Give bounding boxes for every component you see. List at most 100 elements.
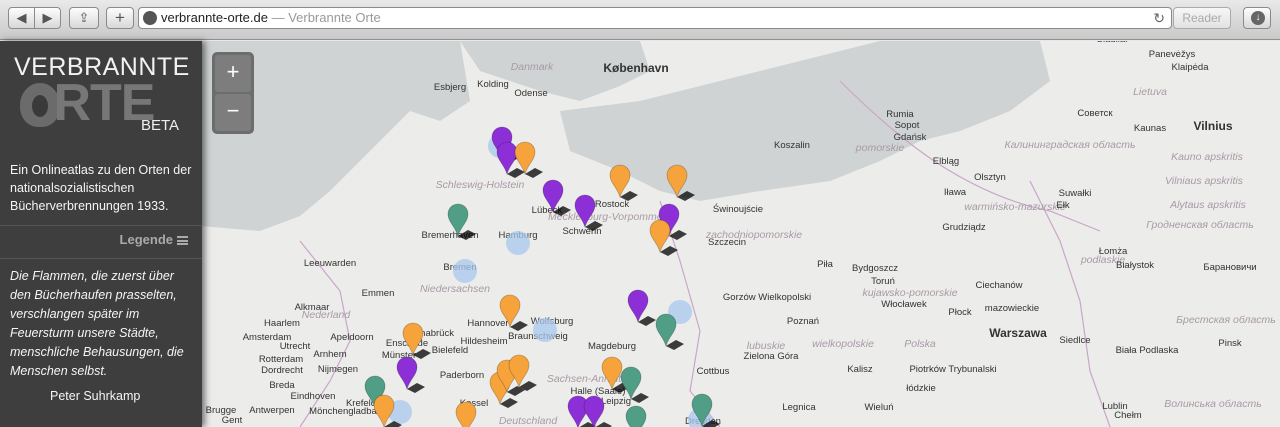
map-label: Vilnius: [1193, 119, 1232, 133]
city-area: [533, 318, 557, 342]
zoom-out-button[interactable]: −: [215, 94, 251, 131]
map-label: Leipzig: [601, 396, 631, 407]
title-separator: —: [267, 10, 289, 25]
map-label: Haarlem: [264, 318, 300, 329]
city-area: [506, 231, 530, 255]
zoom-in-button[interactable]: +: [215, 55, 251, 92]
map-label: Niedersachsen: [420, 283, 490, 295]
legend-label: Legende: [119, 232, 173, 247]
map-label: mazowieckie: [985, 303, 1039, 314]
intro-text: Ein Onlineatlas zu den Orten der nationa…: [10, 163, 192, 213]
map-label: Deutschland: [499, 415, 559, 427]
map-label: Калининградская область: [1004, 139, 1135, 151]
map-label: Płock: [948, 307, 971, 318]
map-label: Polska: [904, 338, 936, 350]
map-label: Брестская область: [1176, 314, 1276, 326]
map-label: Mecklenburg-Vorpommern: [548, 211, 672, 223]
map-label: Siauliai: [1097, 41, 1128, 45]
map-label: Rumia: [886, 109, 914, 120]
map-label: Piotrków Trybunalski: [909, 364, 996, 375]
map-label: Ciechanów: [976, 280, 1023, 291]
map-label: Dordrecht: [261, 365, 303, 376]
map-label: Советск: [1077, 108, 1113, 119]
map-label: Warszawa: [989, 326, 1047, 340]
map-label: Cottbus: [697, 366, 730, 377]
map-label: Piła: [817, 259, 834, 270]
map-label: Волинська область: [1164, 398, 1261, 410]
map-label: København: [603, 61, 668, 75]
site-favicon-icon: [143, 11, 157, 25]
map-label: Gorzów Wielkopolski: [723, 292, 811, 303]
map-label: Legnica: [782, 402, 816, 413]
map-label: Nijmegen: [318, 364, 358, 375]
map-label: łódzkie: [906, 383, 936, 394]
back-button[interactable]: ◀: [8, 7, 35, 29]
address-bar[interactable]: verbrannte-orte.de — Verbrannte Orte ↻: [138, 7, 1172, 29]
map-label: Lietuva: [1133, 86, 1167, 98]
map-label: Vilniaus apskritis: [1165, 175, 1244, 187]
page-title: Verbrannte Orte: [288, 10, 381, 25]
map-label: Magdeburg: [588, 341, 636, 352]
map-label: Esbjerg: [434, 82, 466, 93]
map-label: Antwerpen: [249, 405, 294, 416]
share-button[interactable]: ⇪: [69, 7, 99, 29]
map-label: kujawsko-pomorskie: [862, 287, 957, 299]
map-label: Kalisz: [847, 364, 873, 375]
map-label: pomorskie: [855, 142, 905, 154]
reload-icon[interactable]: ↻: [1153, 8, 1165, 28]
map-label: Emmen: [362, 288, 395, 299]
map-label: Барановичи: [1203, 262, 1256, 273]
menu-icon: [177, 236, 188, 245]
quote-author: Peter Suhrkamp: [50, 389, 141, 403]
map-label: Panevėžys: [1149, 49, 1196, 60]
map-label: Poznań: [787, 316, 819, 327]
map-label: Rostock: [595, 199, 630, 210]
beta-badge: BETA: [141, 117, 180, 134]
divider: [0, 258, 202, 259]
legend-toggle[interactable]: Legende: [0, 229, 202, 259]
reader-button[interactable]: Reader: [1173, 7, 1231, 29]
forward-button[interactable]: ▶: [34, 7, 61, 29]
map-label: Suwałki: [1059, 188, 1092, 199]
map-label: Olsztyn: [974, 172, 1006, 183]
map-label: Leeuwarden: [304, 258, 356, 269]
map-label: Klaipėda: [1172, 62, 1210, 73]
map-label: lubuskie: [747, 340, 786, 352]
zoom-control: + −: [212, 52, 254, 134]
map-label: Biała Podlaska: [1116, 345, 1180, 356]
download-icon: ↓: [1251, 11, 1265, 25]
map-label: Hildesheim: [461, 336, 508, 347]
map-label: Schleswig-Holstein: [436, 179, 525, 191]
sidebar: VERBRANNTE ORTE BETA Ein Onlineatlas zu …: [0, 41, 202, 427]
map-label: Arnhem: [313, 349, 346, 360]
quote-text: Die Flammen, die zuerst über den Bücherh…: [10, 269, 184, 378]
map-label: Alytaus apskritis: [1169, 199, 1247, 211]
map-label: Toruń: [871, 276, 895, 287]
map-label: Hannover: [467, 318, 508, 329]
map-label: wielkopolskie: [812, 338, 874, 350]
map-label: Świnoujście: [713, 203, 763, 215]
map-label: Pinsk: [1218, 338, 1241, 349]
map-label: Chełm: [1114, 410, 1142, 421]
map-label: Apeldoorn: [330, 332, 373, 343]
add-bookmark-button[interactable]: +: [106, 7, 134, 29]
map-label: Eindhoven: [291, 391, 336, 402]
downloads-button[interactable]: ↓: [1243, 7, 1271, 29]
map-label: Bydgoszcz: [852, 263, 898, 274]
map-label: Elbląg: [933, 156, 959, 167]
map-label: Wieluń: [864, 402, 893, 413]
map-label: Brugge: [206, 405, 237, 416]
map-label: Ełk: [1056, 200, 1069, 211]
map-label: Utrecht: [280, 341, 311, 352]
map-label: Danmark: [511, 61, 554, 73]
map-label: Breda: [269, 380, 295, 391]
map-label: zachodniopomorskie: [705, 229, 802, 241]
city-area: [453, 259, 477, 283]
browser-toolbar: ◀ ▶ ⇪ + verbrannte-orte.de — Verbrannte …: [0, 0, 1280, 40]
map-label: Grudziądz: [942, 222, 986, 233]
map-label: Kaunas: [1134, 123, 1166, 134]
map-label: warmińsko-mazurskie: [964, 201, 1066, 213]
map-label: Nederland: [302, 309, 352, 321]
map-label: Kolding: [477, 79, 509, 90]
logo-bottom-text: ORTE: [14, 77, 155, 129]
